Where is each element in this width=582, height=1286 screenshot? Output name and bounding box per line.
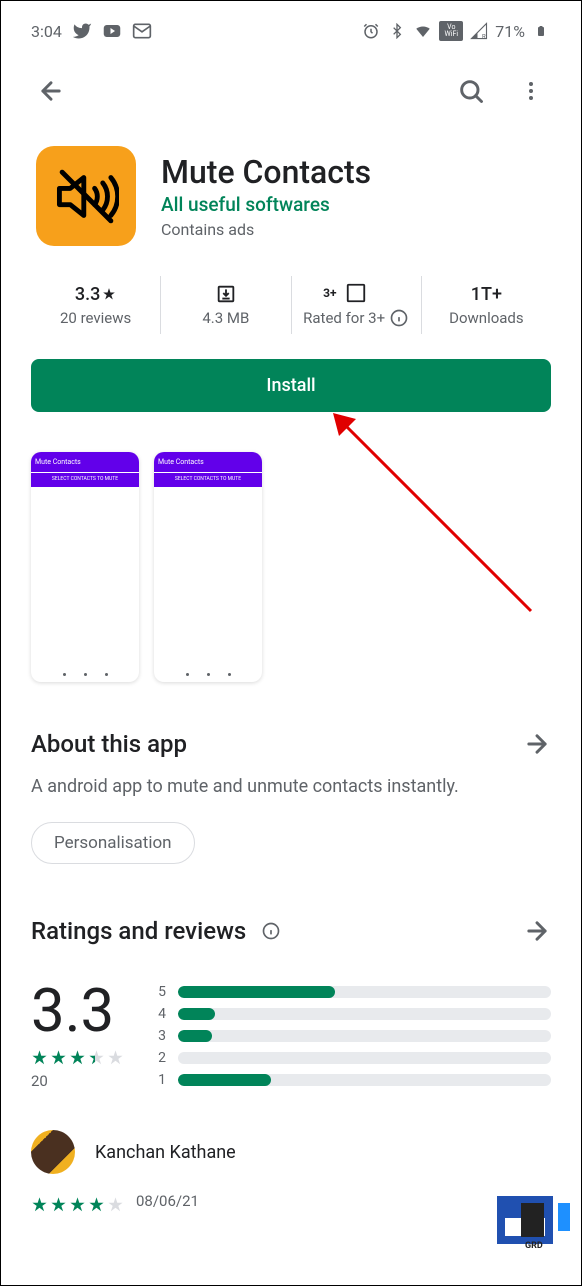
about-description: A android app to mute and unmute contact… (31, 776, 551, 797)
gmail-icon (132, 21, 152, 41)
battery-pct: 71% (495, 22, 525, 41)
youtube-icon (102, 21, 122, 41)
stat-downloads: 1T+ Downloads (422, 276, 551, 334)
review-stars (31, 1196, 124, 1213)
content-rating-icon (345, 282, 367, 304)
top-bar (1, 51, 581, 131)
status-left: 3:04 (31, 21, 152, 41)
app-ads-notice: Contains ads (161, 220, 371, 239)
install-button-label: Install (266, 375, 315, 396)
stats-row: 3.3 20 reviews 4.3 MB 3+ Rated for 3+ 1T… (1, 276, 581, 334)
app-info: Mute Contacts All useful softwares Conta… (161, 146, 371, 246)
stat-rating[interactable]: 3.3 20 reviews (31, 276, 161, 334)
rating-bar-bg (178, 1030, 551, 1042)
signal-icon: R (469, 21, 489, 41)
rating-count: 20 (31, 1072, 124, 1090)
stat-content-label: Rated for 3+ (303, 309, 385, 327)
rating-bar-fill (178, 1030, 212, 1042)
download-size-icon (215, 283, 237, 305)
rating-bar-bg (178, 1074, 551, 1086)
stat-downloads-value: 1T+ (471, 284, 502, 305)
svg-text:R: R (482, 34, 486, 41)
rating-bar-bg (178, 1052, 551, 1064)
arrow-right-icon (523, 730, 551, 758)
rating-bar-fill (178, 1074, 271, 1086)
rating-summary: 3.3 20 5 4 3 2 1 (1, 981, 581, 1090)
rating-bar-bg (178, 986, 551, 998)
review-author: Kanchan Kathane (95, 1142, 236, 1163)
screenshot-2[interactable]: Mute Contacts SELECT CONTACTS TO MUTE (154, 452, 262, 682)
app-title: Mute Contacts (161, 153, 371, 191)
more-options-button[interactable] (511, 71, 551, 111)
stat-content-rating[interactable]: 3+ Rated for 3+ (292, 276, 422, 334)
rating-stars (31, 1049, 124, 1066)
review-item: Kanchan Kathane 08/06/21 (1, 1090, 581, 1213)
twitter-icon (72, 21, 92, 41)
rating-bar-label: 4 (154, 1006, 166, 1022)
wifi-icon (413, 21, 433, 41)
stat-size: 4.3 MB (161, 276, 291, 334)
app-developer[interactable]: All useful softwares (161, 193, 371, 216)
ratings-title: Ratings and reviews (31, 917, 246, 945)
rating-bar-label: 5 (154, 984, 166, 1000)
back-button[interactable] (31, 71, 71, 111)
stat-size-label: 4.3 MB (202, 309, 249, 327)
rating-number: 3.3 (31, 981, 124, 1041)
about-section: About this app A android app to mute and… (1, 712, 581, 882)
rating-bar-label: 3 (154, 1028, 166, 1044)
rating-bar-fill (178, 1008, 215, 1020)
category-tag[interactable]: Personalisation (31, 822, 195, 864)
screenshot-1[interactable]: Mute Contacts SELECT CONTACTS TO MUTE (31, 452, 139, 682)
stat-downloads-label: Downloads (449, 309, 524, 327)
screenshots[interactable]: Mute Contacts SELECT CONTACTS TO MUTE Mu… (1, 412, 581, 712)
svg-text:GRD: GRD (525, 1241, 543, 1250)
about-title: About this app (31, 730, 187, 758)
ratings-section: Ratings and reviews (1, 882, 581, 981)
rating-bar-row: 4 (154, 1006, 551, 1022)
rating-overall: 3.3 20 (31, 981, 124, 1090)
alarm-icon (361, 21, 381, 41)
review-date: 08/06/21 (136, 1192, 199, 1210)
search-button[interactable] (451, 71, 491, 111)
rating-bar-fill (178, 986, 335, 998)
app-header: Mute Contacts All useful softwares Conta… (1, 131, 581, 276)
status-right: VoWiFi R 71% (361, 21, 551, 41)
bluetooth-icon (387, 21, 407, 41)
rating-bar-label: 2 (154, 1050, 166, 1066)
status-time: 3:04 (31, 22, 62, 41)
rating-bar-row: 5 (154, 984, 551, 1000)
app-icon (36, 146, 136, 246)
rating-bar-row: 1 (154, 1072, 551, 1088)
vowifi-icon: VoWiFi (439, 21, 463, 41)
stat-rating-label: 20 reviews (60, 309, 131, 327)
rating-bar-bg (178, 1008, 551, 1020)
watermark-logo: GRD (496, 1195, 576, 1250)
about-header[interactable]: About this app (31, 730, 551, 758)
review-avatar (31, 1130, 75, 1174)
rating-bar-row: 2 (154, 1050, 551, 1066)
battery-icon (531, 21, 551, 41)
install-button[interactable]: Install (31, 359, 551, 412)
stat-rating-value: 3.3 (75, 284, 100, 305)
rating-bars: 5 4 3 2 1 (154, 981, 551, 1090)
rating-bar-row: 3 (154, 1028, 551, 1044)
status-bar: 3:04 VoWiFi R 71% (1, 1, 581, 51)
ratings-header[interactable]: Ratings and reviews (31, 917, 551, 945)
arrow-right-icon (523, 917, 551, 945)
rating-bar-label: 1 (154, 1072, 166, 1088)
info-icon[interactable] (261, 921, 281, 941)
